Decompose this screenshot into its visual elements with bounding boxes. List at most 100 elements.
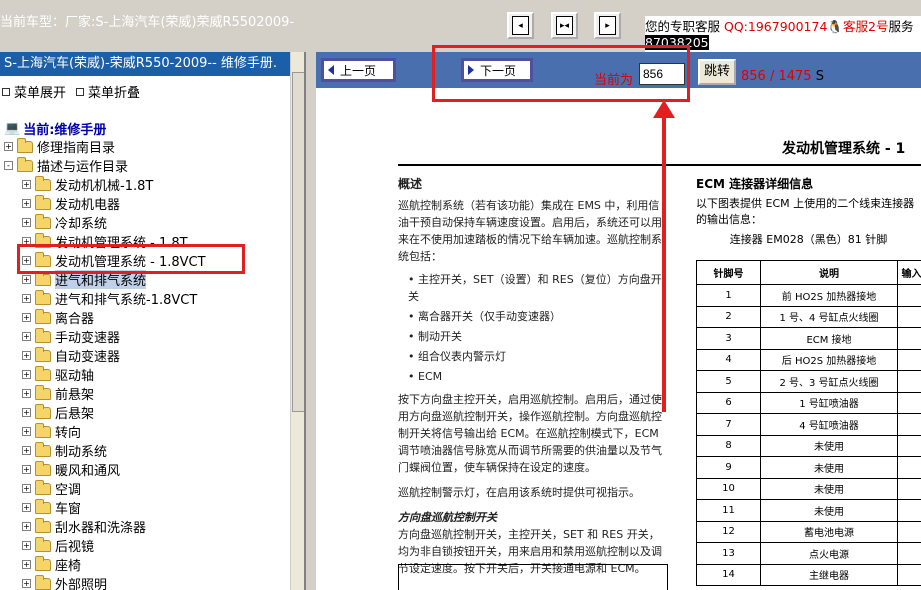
collapse-all-button[interactable]: 菜单折叠: [76, 82, 140, 101]
expand-icon[interactable]: +: [22, 446, 31, 455]
tree-item[interactable]: + 修理指南目录: [4, 137, 115, 156]
list-item: 组合仪表内警示灯: [408, 348, 668, 365]
operation-paragraph: 按下方向盘主控开关，启用巡航控制。启用后，通过使用方向盘巡航控制开关，操作巡航控…: [398, 393, 662, 474]
expand-all-button[interactable]: 菜单展开: [2, 82, 66, 101]
table-row: 21 号、4 号缸点火线圈: [696, 305, 921, 328]
list-item: 主控开关，SET（设置）和 RES（复位）方向盘开关: [408, 271, 668, 305]
page-count-value: 856 / 1475: [741, 69, 812, 84]
expand-icon[interactable]: +: [22, 560, 31, 569]
split-view-button[interactable]: ▸◂: [551, 12, 578, 39]
overview-heading: 概述: [398, 177, 423, 191]
expand-icon[interactable]: +: [22, 218, 31, 227]
table-row: 74 号缸喷油器: [696, 413, 921, 436]
jump-button[interactable]: 跳转: [698, 59, 736, 85]
tree-item[interactable]: + 制动系统: [22, 441, 107, 460]
table-cell: 未使用: [760, 456, 898, 479]
table-cell: 5: [696, 370, 761, 393]
component-list: 主控开关，SET（设置）和 RES（复位）方向盘开关 离合器开关（仅手动变速器）…: [408, 271, 668, 385]
folder-icon: [35, 555, 51, 571]
list-item: 制动开关: [408, 328, 668, 345]
folder-icon: [35, 536, 51, 552]
table-row: 14 主继电器: [696, 563, 921, 586]
tree-item[interactable]: + 座椅: [22, 555, 81, 574]
expand-icon[interactable]: +: [22, 199, 31, 208]
tree-item[interactable]: + 离合器: [22, 308, 94, 327]
switch-heading: 方向盘巡航控制开关: [398, 511, 497, 524]
tree-item-label: 后悬架: [55, 407, 95, 422]
table-row: 9 未使用: [696, 456, 921, 479]
table-row: 1前 HO2S 加热器接地: [696, 284, 921, 307]
right-panel-view-button[interactable]: ▸: [594, 12, 621, 39]
tree-item[interactable]: + 外部照明: [22, 574, 107, 590]
tree-item-label: 修理指南目录: [37, 141, 116, 156]
tree-item[interactable]: + 后悬架: [22, 403, 94, 422]
table-cell: [897, 284, 921, 307]
folder-icon: [35, 289, 51, 305]
tree-item[interactable]: + 发动机机械-1.8T: [22, 175, 153, 194]
table-row: 3 ECM 接地: [696, 327, 921, 350]
tree-item[interactable]: + 暖风和通风: [22, 460, 120, 479]
expand-icon[interactable]: +: [22, 408, 31, 417]
page-count: 856 / 1475 S: [741, 69, 824, 84]
expand-icon[interactable]: +: [22, 465, 31, 474]
tree-item[interactable]: + 刮水器和洗涤器: [22, 517, 146, 536]
expand-icon[interactable]: +: [22, 503, 31, 512]
square-icon: [2, 87, 10, 96]
expand-icon[interactable]: +: [22, 180, 31, 189]
table-cell: 未使用: [760, 477, 898, 500]
car-model-label: 当前车型：厂家:S-上海汽车(荣威)荣威R5502009-: [0, 15, 295, 30]
table-cell: 1: [696, 284, 761, 307]
tree-item[interactable]: + 自动变速器: [22, 346, 120, 365]
tree-item-label: 外部照明: [55, 578, 108, 590]
table-cell: 2: [696, 305, 761, 328]
highlight-box-tree-item: [17, 244, 245, 274]
connector-caption: 连接器 EM028（黑色）81 针脚: [729, 233, 888, 246]
csr-link[interactable]: 客服2号: [843, 19, 888, 34]
expand-icon[interactable]: +: [22, 522, 31, 531]
scrollbar-thumb[interactable]: [292, 72, 304, 412]
annotation-arrow-shaft: [662, 112, 666, 412]
tree-item[interactable]: + 空调: [22, 479, 81, 498]
expand-icon[interactable]: +: [22, 294, 31, 303]
tree-item[interactable]: + 冷却系统: [22, 213, 107, 232]
tree-scrollbar[interactable]: [290, 52, 304, 590]
expand-icon[interactable]: +: [22, 275, 31, 284]
folder-icon: [35, 479, 51, 495]
expand-icon[interactable]: +: [22, 579, 31, 588]
table-cell: 点火电源: [760, 542, 898, 565]
expand-icon[interactable]: +: [22, 351, 31, 360]
expand-icon[interactable]: +: [22, 541, 31, 550]
split-arrows-icon: ▸◂: [556, 16, 573, 35]
tree-item[interactable]: + 手动变速器: [22, 327, 120, 346]
tree-item[interactable]: + 后视镜: [22, 536, 94, 555]
expand-icon[interactable]: +: [22, 389, 31, 398]
folder-icon: [35, 441, 51, 457]
tree-item[interactable]: + 驱动轴: [22, 365, 94, 384]
expand-icon[interactable]: +: [22, 370, 31, 379]
tree-item[interactable]: + 进气和排气系统-1.8VCT: [22, 289, 197, 308]
tree-item[interactable]: + 车窗: [22, 498, 81, 517]
expand-icon[interactable]: +: [22, 313, 31, 322]
folder-icon: [35, 365, 51, 381]
collapse-all-label: 菜单折叠: [88, 86, 141, 101]
table-cell: 1 号缸喷油器: [760, 391, 898, 414]
expand-icon[interactable]: +: [4, 142, 13, 151]
left-panel-view-button[interactable]: ◂: [507, 12, 534, 39]
expand-icon[interactable]: +: [22, 427, 31, 436]
tree-item-label: 前悬架: [55, 388, 95, 403]
table-cell: 13: [696, 542, 761, 565]
table-row: 8 未使用: [696, 434, 921, 457]
current-node[interactable]: 💻 当前:维修手册: [4, 119, 106, 138]
tree-item[interactable]: - 描述与运作目录: [4, 156, 128, 175]
table-cell: 前 HO2S 加热器接地: [760, 284, 898, 307]
tree-item[interactable]: + 前悬架: [22, 384, 94, 403]
tree-item[interactable]: + 转向: [22, 422, 81, 441]
document-pane: 上一页 下一页 当前为 跳转 856 / 1475 S 发动机管理系统 - 1 …: [316, 52, 921, 590]
collapse-icon[interactable]: -: [4, 161, 13, 170]
tree-item[interactable]: + 发动机电器: [22, 194, 120, 213]
qq-link[interactable]: QQ:1967900174: [724, 19, 827, 34]
expand-icon[interactable]: +: [22, 332, 31, 341]
expand-icon[interactable]: +: [22, 484, 31, 493]
table-cell: 7: [696, 413, 761, 436]
prev-page-button[interactable]: 上一页: [321, 58, 396, 82]
